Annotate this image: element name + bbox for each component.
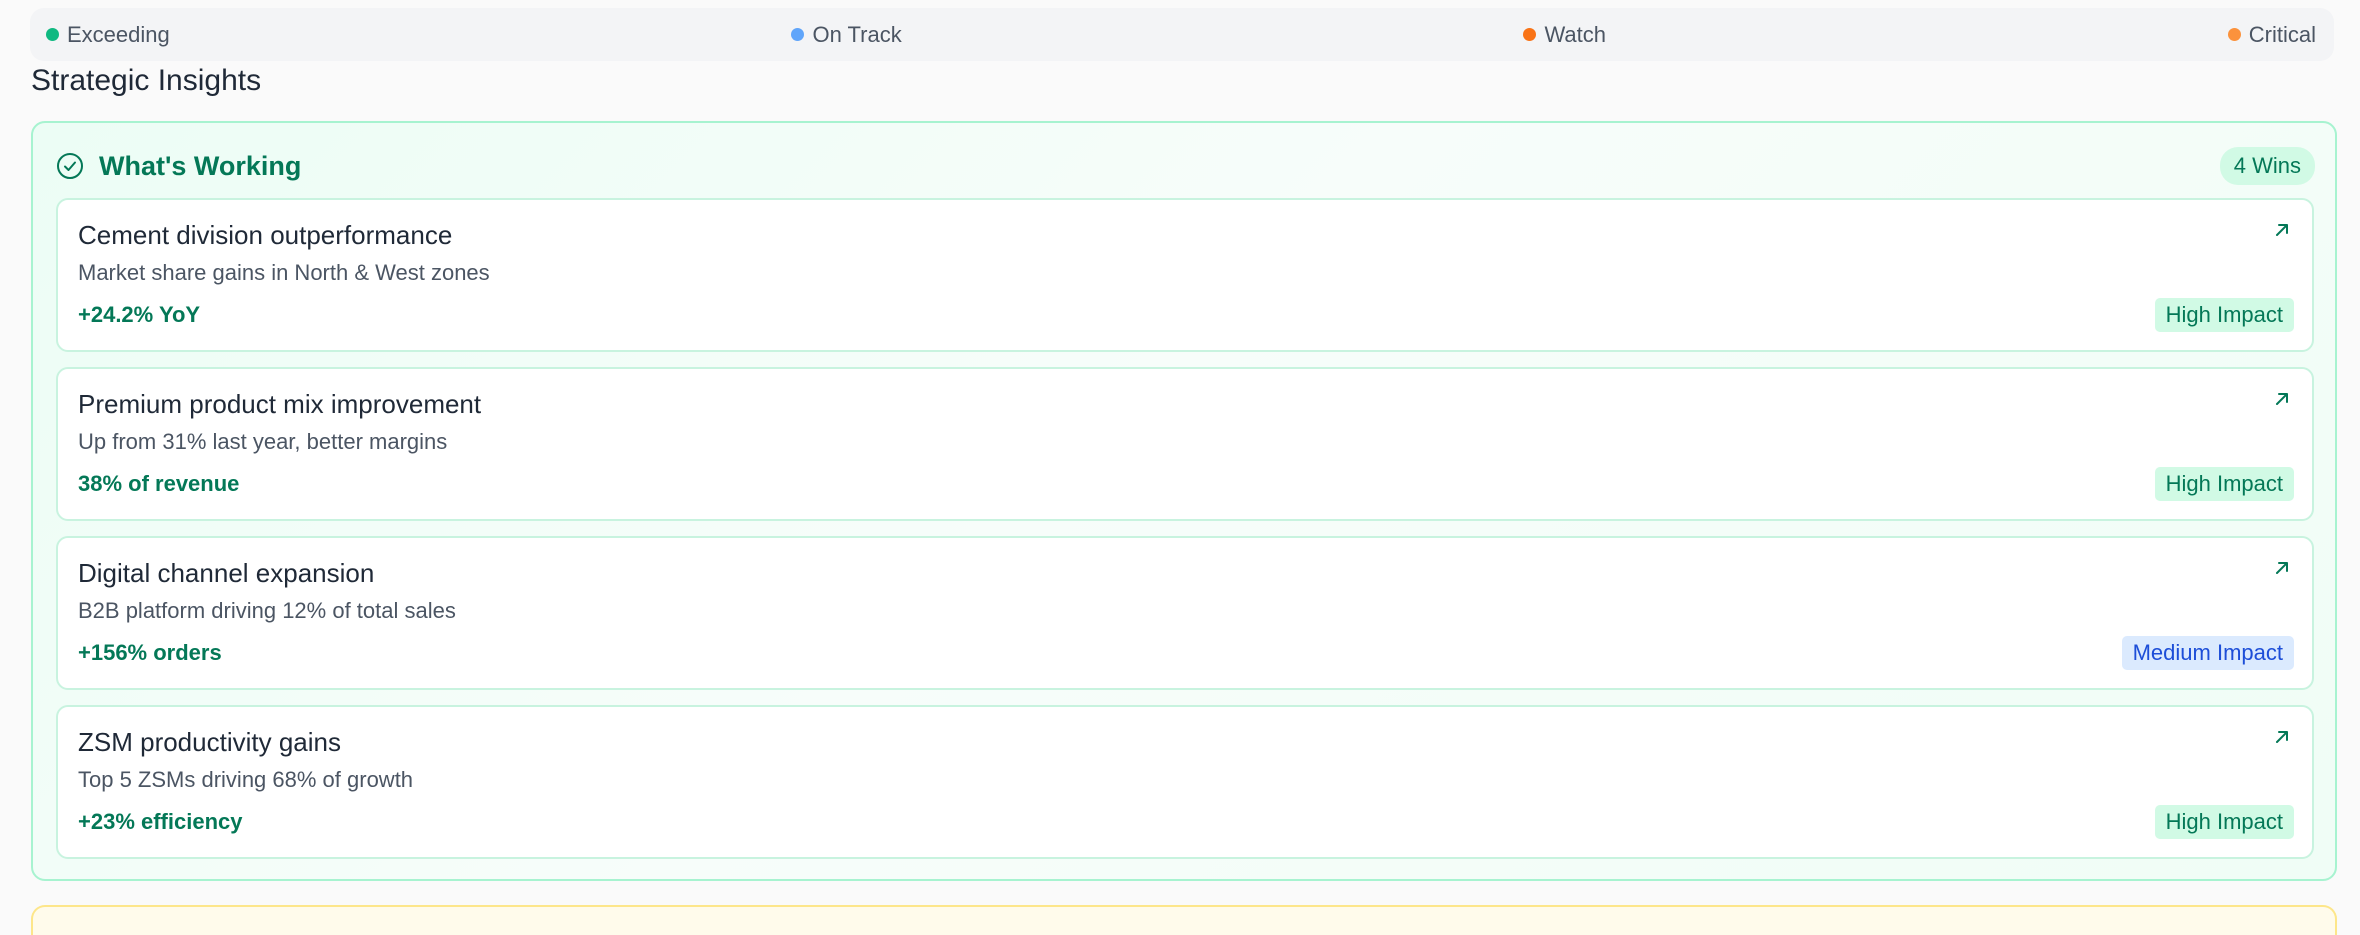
impact-badge: High Impact	[2154, 298, 2294, 332]
insight-description: Market share gains in North & West zones	[78, 260, 490, 285]
arrow-up-right-icon[interactable]	[2272, 727, 2292, 747]
insight-metric: 38% of revenue	[78, 471, 240, 496]
whats-working-panel: What's Working 4 Wins Cement division ou…	[31, 121, 2337, 881]
legend-dot-icon	[791, 28, 805, 41]
insight-card[interactable]: Cement division outperformance Market sh…	[56, 198, 2314, 352]
legend-item-critical: Critical	[2227, 21, 2316, 48]
insight-description: B2B platform driving 12% of total sales	[78, 598, 456, 623]
insight-card[interactable]: ZSM productivity gains Top 5 ZSMs drivin…	[56, 705, 2314, 859]
arrow-up-right-icon[interactable]	[2272, 220, 2292, 240]
impact-badge: High Impact	[2154, 467, 2294, 501]
legend-item-watch: Watch	[1523, 22, 1606, 48]
insight-description: Top 5 ZSMs driving 68% of growth	[78, 767, 414, 792]
check-circle-icon	[57, 153, 83, 179]
legend-label: Watch	[1544, 21, 1606, 47]
insight-metric: +23% efficiency	[78, 809, 243, 834]
insight-title: Premium product mix improvement	[78, 389, 482, 419]
panel-title: What's Working	[99, 150, 302, 181]
panel-header: What's Working 4 Wins	[56, 145, 2315, 187]
insight-title: ZSM productivity gains	[78, 727, 341, 757]
arrow-up-right-icon[interactable]	[2272, 389, 2292, 409]
legend-dot-icon	[1523, 28, 1537, 41]
impact-badge: High Impact	[2154, 805, 2294, 839]
insight-metric: +156% orders	[78, 640, 222, 665]
impact-badge: Medium Impact	[2121, 636, 2294, 670]
insight-description: Up from 31% last year, better margins	[78, 429, 448, 454]
insight-card[interactable]: Premium product mix improvement Up from …	[56, 367, 2314, 521]
status-legend: Exceeding On Track Watch Critical	[30, 8, 2334, 61]
section-title: Strategic Insights	[31, 64, 262, 97]
legend-dot-icon	[46, 28, 59, 41]
legend-dot-icon	[2227, 28, 2241, 41]
legend-label: On Track	[812, 21, 902, 47]
insight-title: Cement division outperformance	[78, 220, 453, 250]
arrow-up-right-icon[interactable]	[2272, 558, 2292, 578]
legend-item-exceeding: Exceeding	[46, 22, 170, 48]
legend-label: Exceeding	[67, 21, 170, 47]
insight-title: Digital channel expansion	[78, 558, 375, 588]
legend-label: Critical	[2248, 21, 2316, 47]
insight-card[interactable]: Digital channel expansion B2B platform d…	[56, 536, 2314, 690]
insight-metric: +24.2% YoY	[78, 302, 201, 327]
next-panel-edge	[31, 905, 2337, 935]
legend-item-on-track: On Track	[791, 21, 902, 48]
wins-count-badge: 4 Wins	[2219, 147, 2315, 185]
